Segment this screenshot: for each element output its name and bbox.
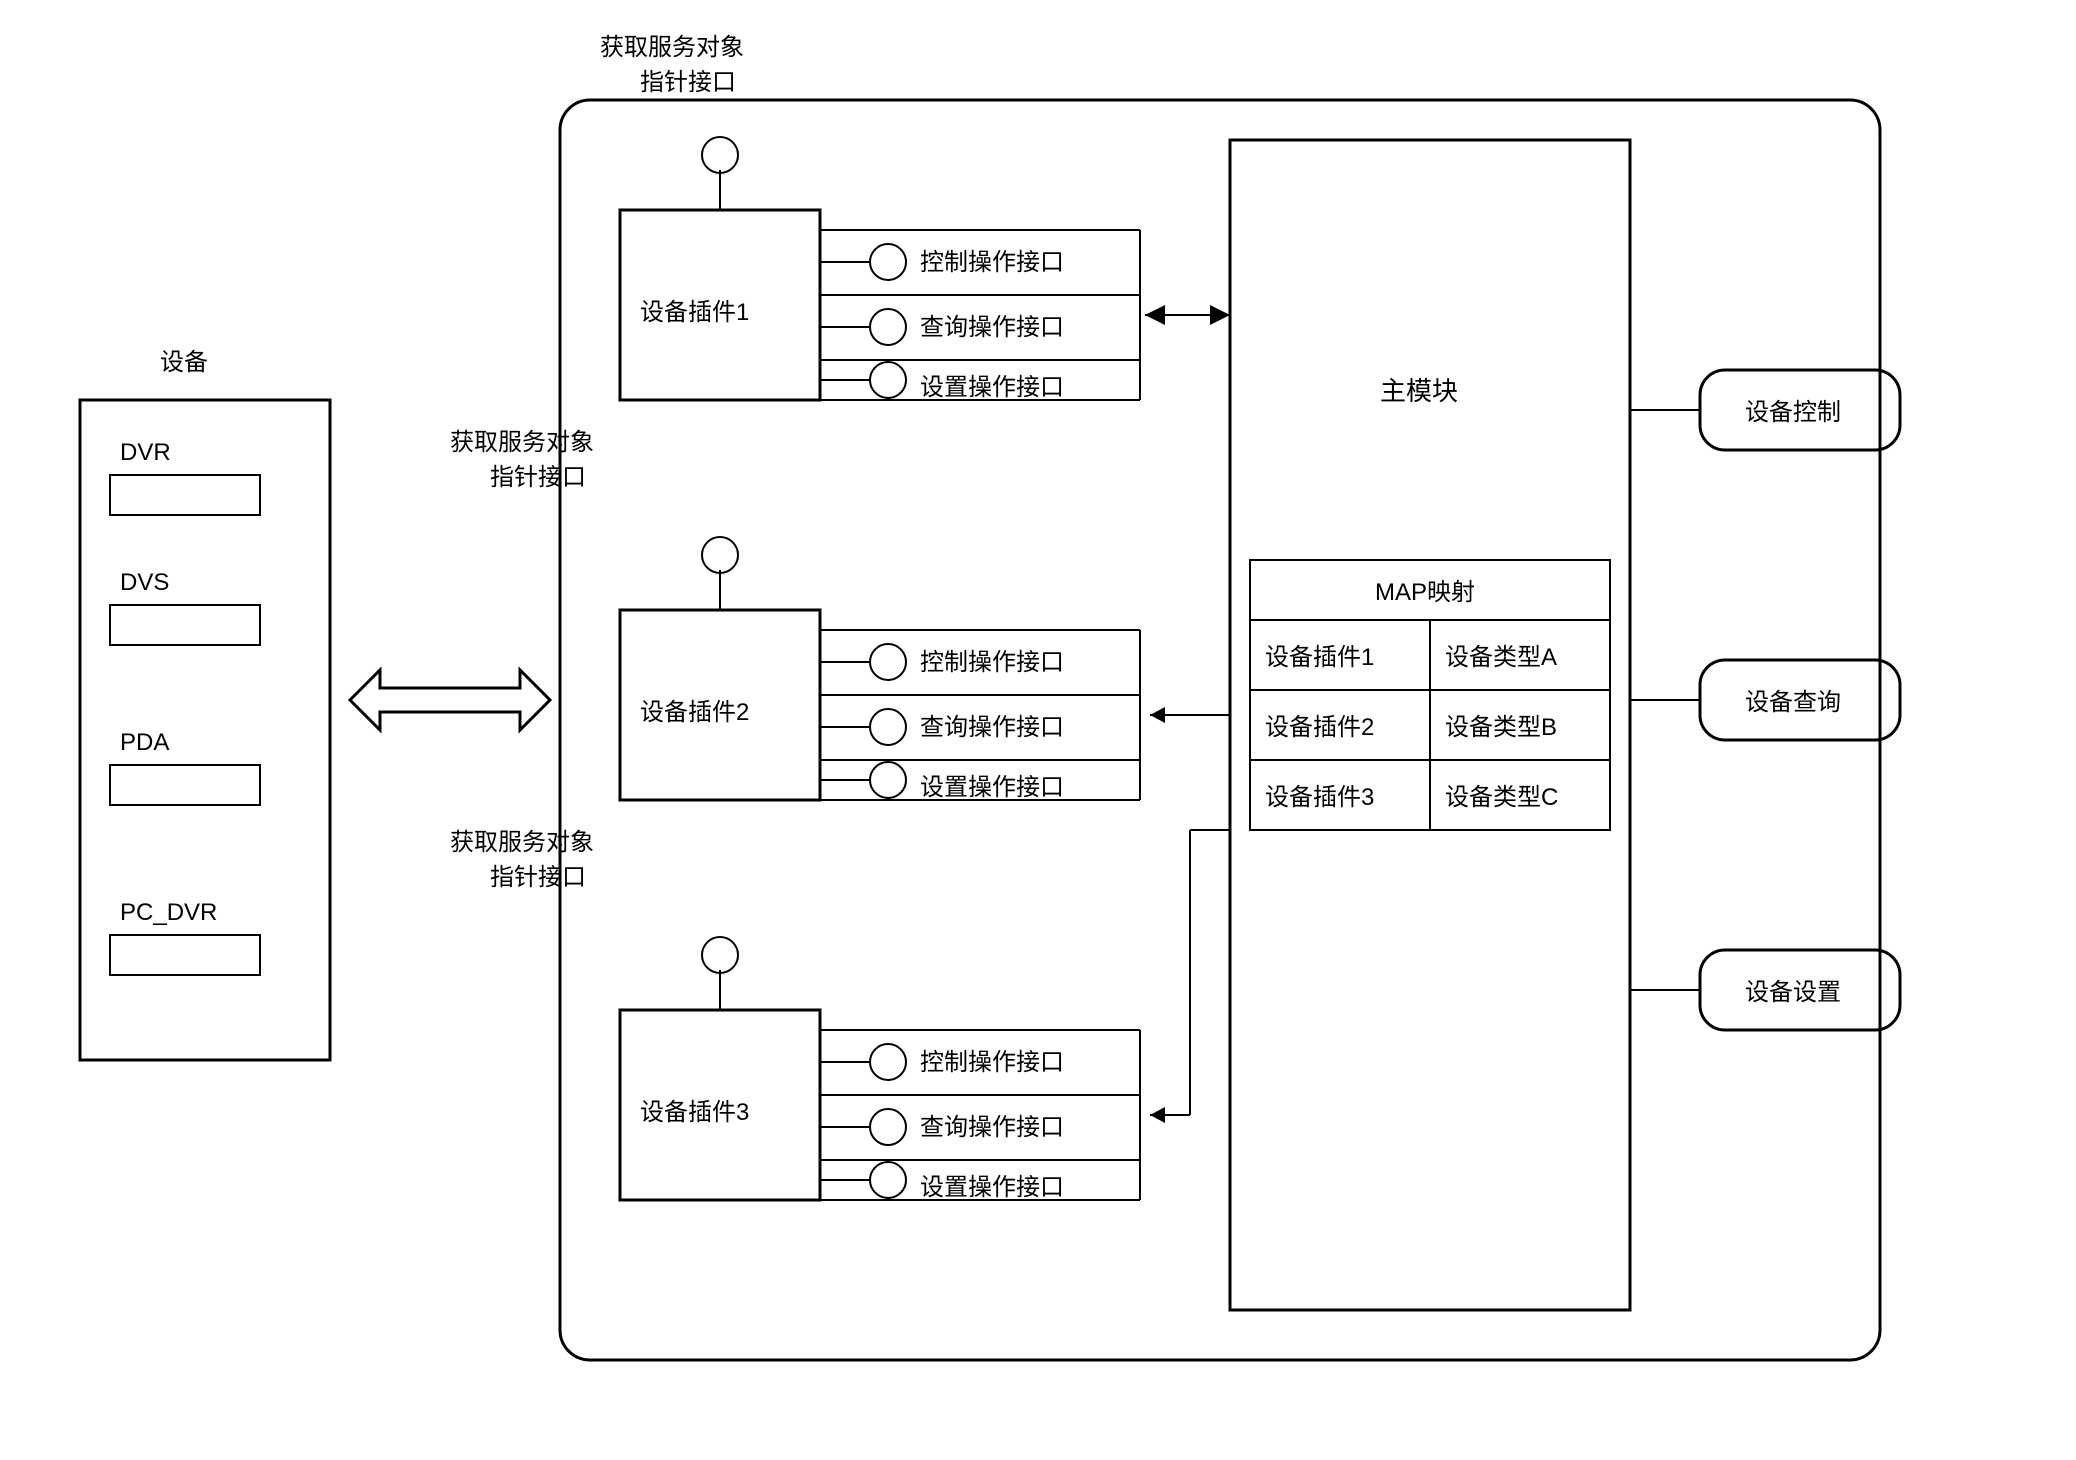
plugin-2-if-2: 设置操作接口: [920, 774, 1064, 801]
device-item-dvr: DVR: [120, 439, 171, 466]
plugin-3-if-0: 控制操作接口: [920, 1049, 1064, 1076]
map-r2-c2: 设备类型B: [1445, 714, 1557, 741]
plugin-1-if-2: 设置操作接口: [920, 374, 1064, 401]
device-item-box: [110, 935, 260, 975]
device-item-dvs: DVS: [120, 569, 169, 596]
device-item-pcdvr: PC_DVR: [120, 899, 217, 926]
device-item-box: [110, 765, 260, 805]
plugin-1-if-1: 查询操作接口: [920, 314, 1064, 341]
header-pointer-l1: 获取服务对象: [600, 34, 744, 61]
map-r2-c1: 设备插件2: [1265, 714, 1374, 741]
diagram-canvas: 获取服务对象 指针接口 设备 DVR DVS PDA PC_DVR 设备插件1 …: [0, 0, 2076, 1460]
device-item-box: [110, 605, 260, 645]
plugin-2-name: 设备插件2: [640, 699, 749, 726]
map-title: MAP映射: [1375, 579, 1475, 606]
device-item-pda: PDA: [120, 729, 169, 756]
plugin-1: 设备插件1 控制操作接口 查询操作接口 设置操作接口: [620, 137, 1140, 401]
map-r3-c1: 设备插件3: [1265, 784, 1374, 811]
map-table: MAP映射 设备插件1 设备类型A 设备插件2 设备类型B 设备插件3 设备类型…: [1250, 560, 1610, 830]
map-r1-c1: 设备插件1: [1265, 644, 1374, 671]
bidirectional-arrow: [350, 670, 550, 730]
plugin-3-if-2: 设置操作接口: [920, 1174, 1064, 1201]
pointer-label-1a: 获取服务对象: [450, 429, 594, 456]
plugin-3-if-1: 查询操作接口: [920, 1114, 1064, 1141]
plugin-3: 设备插件3 控制操作接口 查询操作接口 设置操作接口: [620, 937, 1140, 1201]
system-container: [560, 100, 1880, 1360]
device-panel: [80, 400, 330, 1060]
plugin-1-if-0: 控制操作接口: [920, 249, 1064, 276]
device-panel-title: 设备: [160, 349, 208, 376]
pointer-label-2b: 指针接口: [490, 864, 586, 891]
pointer-label-2a: 获取服务对象: [450, 829, 594, 856]
device-item-box: [110, 475, 260, 515]
header-pointer-l2: 指针接口: [640, 69, 736, 96]
map-r1-c2: 设备类型A: [1445, 644, 1557, 671]
plugin-2: 设备插件2 控制操作接口 查询操作接口 设置操作接口: [620, 537, 1140, 801]
action-query-label: 设备查询: [1745, 689, 1841, 716]
action-control-label: 设备控制: [1745, 399, 1841, 426]
map-r3-c2: 设备类型C: [1445, 784, 1558, 811]
plugin-2-if-1: 查询操作接口: [920, 714, 1064, 741]
pointer-label-1b: 指针接口: [490, 464, 586, 491]
plugin-3-name: 设备插件3: [640, 1099, 749, 1126]
main-module-title: 主模块: [1380, 376, 1458, 406]
action-set-label: 设备设置: [1745, 979, 1841, 1006]
plugin-1-name: 设备插件1: [640, 299, 749, 326]
plugin-2-if-0: 控制操作接口: [920, 649, 1064, 676]
